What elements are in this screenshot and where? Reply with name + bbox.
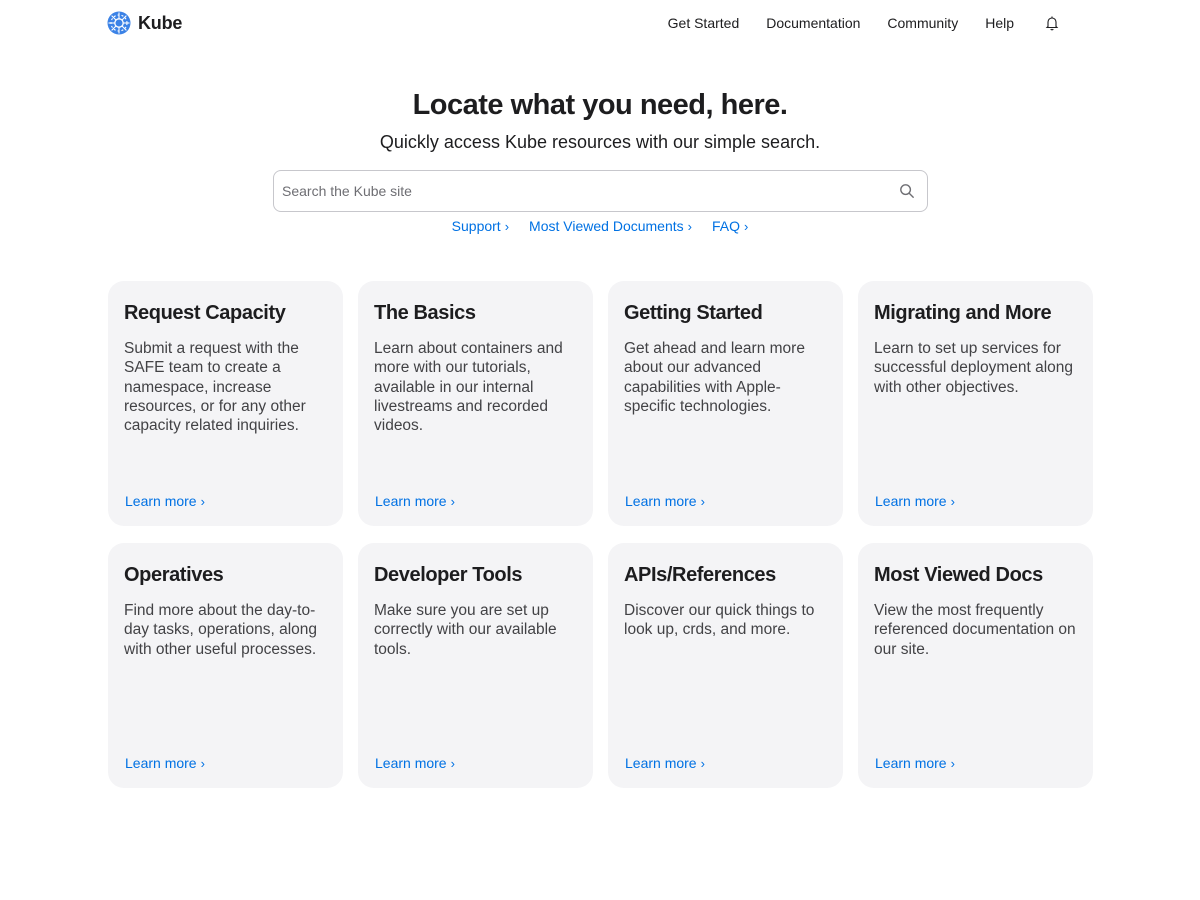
card-title: Getting Started	[624, 302, 763, 324]
card-title: Operatives	[124, 564, 224, 586]
chevron-right-icon: ›	[744, 218, 749, 234]
card-description: Get ahead and learn more about our advan…	[624, 340, 805, 415]
chevron-right-icon: ›	[450, 755, 455, 771]
chevron-right-icon: ›	[200, 755, 205, 771]
chevron-right-icon: ›	[504, 218, 510, 234]
top-nav: Get Started Documentation Community Help	[641, 15, 1060, 31]
card-description: Make sure you are set up correctly with …	[374, 602, 557, 658]
card-apis-references: APIs/References Discover our quick thing…	[608, 543, 843, 788]
kube-logo-icon	[107, 11, 131, 35]
learn-more-link[interactable]: Learn more ›	[625, 755, 705, 771]
nav-community[interactable]: Community	[887, 15, 958, 31]
learn-more-label: Learn more	[875, 755, 947, 771]
card-operatives: Operatives Find more about the day-to-da…	[108, 543, 343, 788]
nav-documentation[interactable]: Documentation	[766, 15, 860, 31]
card-title: Developer Tools	[374, 564, 523, 586]
learn-more-label: Learn more	[375, 755, 447, 771]
card-description: View the most frequently referenced docu…	[874, 602, 1076, 658]
chevron-right-icon: ›	[200, 493, 205, 509]
chevron-right-icon: ›	[950, 755, 955, 771]
search-input[interactable]	[282, 171, 882, 211]
chevron-right-icon: ›	[950, 493, 955, 509]
nav-get-started[interactable]: Get Started	[668, 15, 740, 31]
chevron-right-icon: ›	[700, 755, 705, 771]
learn-more-label: Learn more	[375, 493, 447, 509]
learn-more-link[interactable]: Learn more ›	[375, 755, 455, 771]
card-most-viewed-docs: Most Viewed Docs View the most frequentl…	[858, 543, 1093, 788]
learn-more-link[interactable]: Learn more ›	[625, 493, 705, 509]
brand-name: Kube	[138, 12, 183, 33]
resource-cards: Request Capacity Submit a request with t…	[108, 281, 1094, 788]
card-description: Find more about the day-to-day tasks, op…	[124, 602, 318, 658]
search-box	[273, 170, 928, 212]
learn-more-link[interactable]: Learn more ›	[125, 755, 205, 771]
quick-links: Support › Most Viewed Documents › FAQ ›	[0, 218, 1200, 234]
card-title: APIs/References	[624, 564, 776, 586]
learn-more-label: Learn more	[125, 755, 197, 771]
card-getting-started: Getting Started Get ahead and learn more…	[608, 281, 843, 526]
quick-link-label: Support	[451, 218, 501, 234]
quick-link-support[interactable]: Support ›	[452, 218, 509, 234]
card-description: Learn about containers and more with our…	[374, 340, 563, 435]
learn-more-label: Learn more	[625, 493, 697, 509]
quick-link-label: FAQ	[711, 218, 740, 234]
learn-more-link[interactable]: Learn more ›	[125, 493, 205, 509]
card-description: Learn to set up services for successful …	[874, 340, 1074, 396]
card-request-capacity: Request Capacity Submit a request with t…	[108, 281, 343, 526]
chevron-right-icon: ›	[700, 493, 705, 509]
learn-more-label: Learn more	[625, 755, 697, 771]
card-title: Most Viewed Docs	[874, 564, 1043, 586]
card-description: Discover our quick things to look up, cr…	[624, 602, 815, 639]
learn-more-link[interactable]: Learn more ›	[875, 493, 955, 509]
card-title: Request Capacity	[124, 302, 286, 324]
learn-more-link[interactable]: Learn more ›	[375, 493, 455, 509]
card-description: Submit a request with the SAFE team to c…	[124, 340, 306, 435]
nav-help[interactable]: Help	[985, 15, 1014, 31]
learn-more-label: Learn more	[125, 493, 197, 509]
quick-link-label: Most Viewed Documents	[529, 218, 684, 234]
brand[interactable]: Kube	[107, 11, 182, 35]
bell-icon[interactable]	[1044, 15, 1060, 31]
quick-link-faq[interactable]: FAQ ›	[712, 218, 748, 234]
card-the-basics: The Basics Learn about containers and mo…	[358, 281, 593, 526]
quick-link-most-viewed-documents[interactable]: Most Viewed Documents ›	[529, 218, 692, 234]
chevron-right-icon: ›	[687, 218, 692, 234]
card-title: The Basics	[374, 302, 476, 324]
learn-more-label: Learn more	[875, 493, 947, 509]
site-header: Kube Get Started Documentation Community…	[0, 0, 1200, 46]
card-migrating-and-more: Migrating and More Learn to set up servi…	[858, 281, 1093, 526]
page-title: Locate what you need, here.	[412, 89, 788, 121]
learn-more-link[interactable]: Learn more ›	[875, 755, 955, 771]
card-developer-tools: Developer Tools Make sure you are set up…	[358, 543, 593, 788]
chevron-right-icon: ›	[450, 493, 455, 509]
card-title: Migrating and More	[874, 302, 1052, 324]
search-icon[interactable]	[899, 183, 915, 199]
page-subtitle: Quickly access Kube resources with our s…	[379, 132, 821, 152]
